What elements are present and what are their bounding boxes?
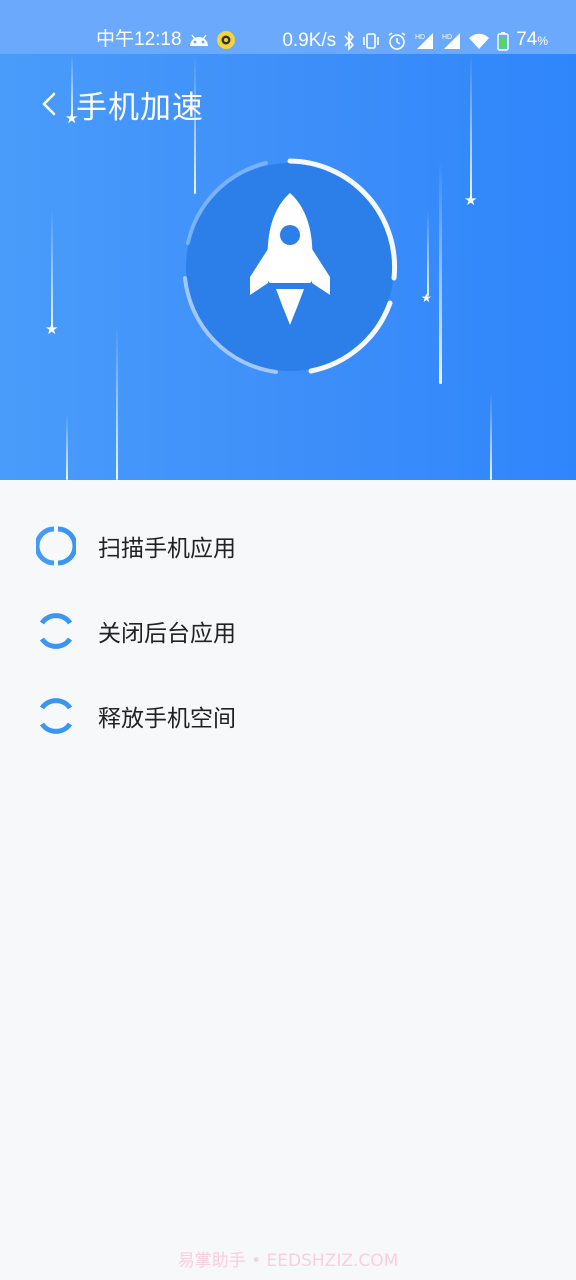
status-bar: 中午12:18 0.9K/s HD HD 74% bbox=[0, 0, 576, 54]
light-streak bbox=[66, 414, 68, 480]
loading-spinner-icon bbox=[36, 526, 76, 566]
svg-text:HD: HD bbox=[442, 34, 452, 41]
loading-spinner-icon bbox=[39, 613, 73, 649]
page-title: 手机加速 bbox=[76, 90, 204, 126]
alarm-icon bbox=[387, 31, 407, 51]
watermark: 易掌助手 • EEDSHZIZ.COM bbox=[177, 1251, 399, 1271]
step-label: 关闭后台应用 bbox=[98, 621, 236, 647]
step-label: 扫描手机应用 bbox=[98, 536, 236, 562]
list-item: 释放手机空间 bbox=[36, 692, 536, 740]
boost-progress bbox=[176, 153, 404, 381]
vibrate-icon bbox=[362, 31, 380, 51]
record-icon bbox=[216, 30, 236, 50]
hd-signal-icon: HD bbox=[414, 31, 434, 51]
list-item: 扫描手机应用 bbox=[36, 522, 536, 570]
star-icon: ★ bbox=[45, 320, 59, 338]
hd-signal-icon: HD bbox=[441, 31, 461, 51]
network-speed: 0.9K/s bbox=[282, 29, 337, 51]
status-time: 中午12:18 bbox=[96, 29, 182, 50]
star-icon: ★ bbox=[421, 291, 432, 305]
star-icon: ★ bbox=[464, 191, 478, 209]
header: 手机加速 bbox=[0, 78, 576, 134]
bluetooth-icon bbox=[343, 30, 355, 51]
light-streak bbox=[427, 210, 429, 296]
light-streak bbox=[116, 324, 118, 480]
wifi-icon bbox=[468, 31, 490, 51]
chevron-left-icon bbox=[42, 92, 56, 116]
svg-text:HD: HD bbox=[415, 34, 425, 41]
back-button[interactable] bbox=[34, 84, 64, 124]
step-label: 释放手机空间 bbox=[98, 706, 236, 732]
hero-banner: ★ ★ ★ ★ bbox=[0, 0, 576, 480]
light-streak bbox=[490, 392, 492, 480]
battery-icon bbox=[497, 31, 509, 51]
loading-spinner-icon bbox=[39, 698, 73, 734]
list-item: 关闭后台应用 bbox=[36, 607, 536, 655]
android-icon bbox=[188, 32, 210, 48]
light-streak bbox=[439, 160, 442, 384]
light-streak bbox=[51, 210, 53, 328]
battery-level: 74% bbox=[516, 29, 548, 50]
